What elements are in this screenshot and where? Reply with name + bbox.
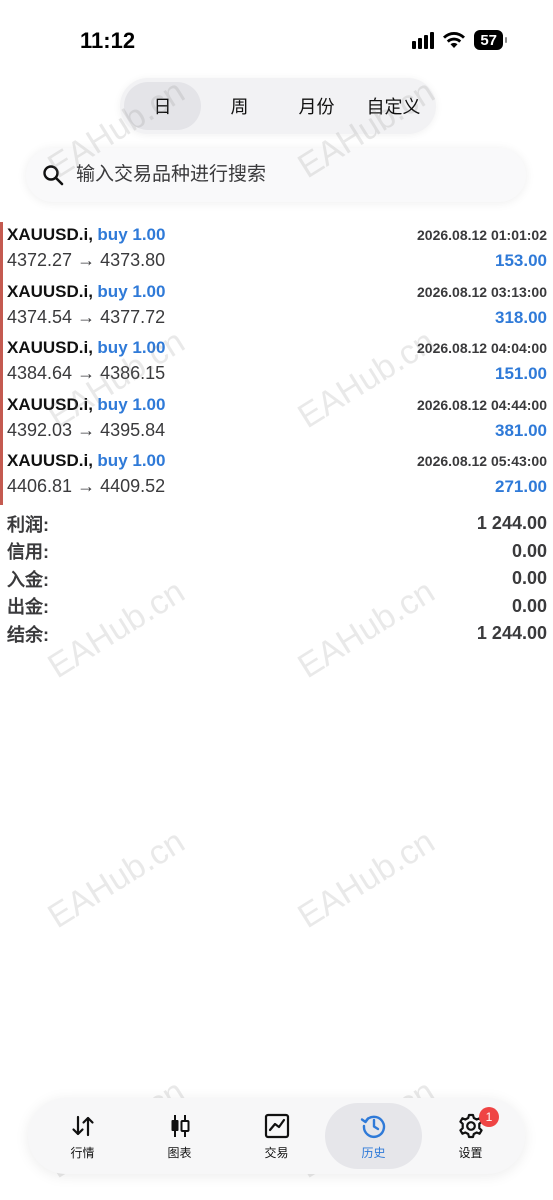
cellular-signal-icon xyxy=(412,31,435,49)
trade-symbol: XAUUSD.i, xyxy=(7,394,93,414)
candlestick-chart-icon xyxy=(171,1114,189,1137)
summary-value: 1 244.00 xyxy=(476,513,547,534)
tab-trade[interactable]: 交易 xyxy=(228,1103,325,1169)
history-clock-icon xyxy=(360,1115,385,1138)
notification-badge: 1 xyxy=(479,1107,499,1127)
summary-value: 0.00 xyxy=(511,568,547,589)
tab-quotes-label: 行情 xyxy=(70,1145,95,1160)
trade-row[interactable]: XAUUSD.i, buy 1.00 2026.08.12 05:43:00 4… xyxy=(0,448,553,505)
wifi-icon xyxy=(443,32,466,48)
trade-symbol: XAUUSD.i, xyxy=(7,338,93,357)
trade-time: 2026.08.12 01:01:02 xyxy=(417,227,547,243)
summary-label: 信用: xyxy=(7,542,49,563)
summary-balance-row: 结余: 1 244.00 xyxy=(0,620,553,648)
summary-withdrawal-row: 出金: 0.00 xyxy=(0,593,553,621)
trade-profit: 151.00 xyxy=(495,364,547,383)
status-bar: 11:12 57 xyxy=(0,0,553,80)
status-time: 11:12 xyxy=(80,28,136,53)
account-summary: 利润: 1 244.00 信用: 0.00 入金: 0.00 出金: 0.00 … xyxy=(0,510,553,648)
tab-day[interactable]: 日 xyxy=(124,82,201,130)
trade-profit: 318.00 xyxy=(495,307,547,327)
trade-symbol: XAUUSD.i, xyxy=(7,281,93,301)
trade-history-list: XAUUSD.i, buy 1.00 2026.08.12 01:01:02 4… xyxy=(0,222,553,505)
summary-credit-row: 信用: 0.00 xyxy=(0,538,553,566)
tab-custom[interactable]: 自定义 xyxy=(355,82,432,130)
trade-prices: 4392.03 → 4395.84 xyxy=(7,419,166,440)
trade-row[interactable]: XAUUSD.i, buy 1.00 2026.08.12 04:04:00 4… xyxy=(0,335,553,392)
tab-settings[interactable]: 设置 1 xyxy=(422,1103,519,1169)
trade-time: 2026.08.12 05:43:00 xyxy=(417,453,547,469)
watermark: EAHub.cn xyxy=(41,822,192,936)
trade-profit: 381.00 xyxy=(495,420,547,440)
tab-charts-label: 图表 xyxy=(167,1145,192,1160)
trade-time: 2026.08.12 04:04:00 xyxy=(417,340,547,356)
trade-side: buy 1.00 xyxy=(97,281,166,301)
trade-symbol: XAUUSD.i, xyxy=(7,225,93,244)
trade-prices: 4406.81 → 4409.52 xyxy=(7,476,166,496)
summary-deposit-row: 入金: 0.00 xyxy=(0,565,553,593)
battery-indicator: 57 xyxy=(474,30,507,50)
quotes-arrows-icon xyxy=(71,1115,94,1136)
tab-settings-label: 设置 xyxy=(458,1145,483,1160)
summary-label: 入金: xyxy=(7,569,49,590)
trade-symbol: XAUUSD.i, xyxy=(7,451,93,470)
trade-row[interactable]: XAUUSD.i, buy 1.00 2026.08.12 01:01:02 4… xyxy=(0,222,553,279)
trade-time: 2026.08.12 04:44:00 xyxy=(417,396,547,413)
trade-side: buy 1.00 xyxy=(97,451,166,470)
tab-week[interactable]: 周 xyxy=(201,82,278,130)
tab-history-label: 历史 xyxy=(361,1145,386,1160)
status-icons: 57 xyxy=(412,30,507,50)
summary-value: 0.00 xyxy=(511,595,547,616)
trade-profit: 153.00 xyxy=(495,251,547,270)
tab-trade-label: 交易 xyxy=(264,1145,289,1160)
trade-side: buy 1.00 xyxy=(97,225,166,244)
summary-value: 1 244.00 xyxy=(476,623,547,644)
search-bar[interactable] xyxy=(26,148,526,202)
trade-prices: 4374.54 → 4377.72 xyxy=(7,306,166,327)
trade-row[interactable]: XAUUSD.i, buy 1.00 2026.08.12 04:44:00 4… xyxy=(0,391,553,449)
trade-side: buy 1.00 xyxy=(97,394,166,414)
trade-row[interactable]: XAUUSD.i, buy 1.00 2026.08.12 03:13:00 4… xyxy=(0,278,553,336)
trade-prices: 4372.27 → 4373.80 xyxy=(7,250,166,270)
trade-profit: 271.00 xyxy=(495,477,547,496)
tab-quotes[interactable]: 行情 xyxy=(34,1103,131,1169)
summary-label: 利润: xyxy=(7,514,49,535)
bottom-tab-bar: 行情 图表 交易 历史 设置 1 xyxy=(28,1098,525,1174)
tab-charts[interactable]: 图表 xyxy=(131,1103,228,1169)
tab-month[interactable]: 月份 xyxy=(278,82,355,130)
search-icon xyxy=(43,165,64,186)
summary-profit-row: 利润: 1 244.00 xyxy=(0,510,553,538)
period-segmented-control: 日 周 月份 自定义 xyxy=(120,78,436,134)
summary-label: 结余: xyxy=(7,624,49,645)
watermark: EAHub.cn xyxy=(291,822,442,936)
trade-chart-icon xyxy=(264,1113,289,1138)
search-input[interactable] xyxy=(76,164,476,186)
trade-prices: 4384.64 → 4386.15 xyxy=(7,363,166,383)
trade-side: buy 1.00 xyxy=(97,338,166,357)
summary-value: 0.00 xyxy=(511,540,547,561)
summary-label: 出金: xyxy=(7,597,49,618)
tab-history[interactable]: 历史 xyxy=(325,1103,422,1169)
trade-time: 2026.08.12 03:13:00 xyxy=(417,283,547,300)
